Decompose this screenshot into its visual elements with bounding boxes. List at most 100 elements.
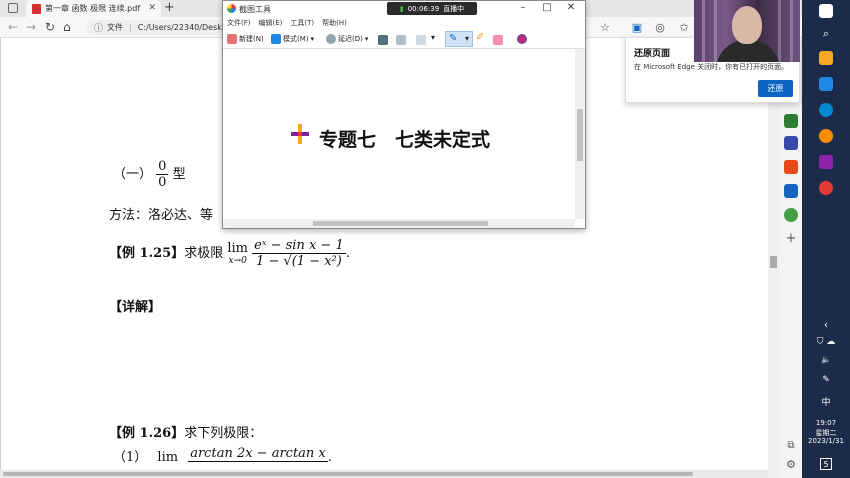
- tree-icon[interactable]: [784, 208, 798, 222]
- pen-button[interactable]: ✎ ▾: [445, 31, 473, 47]
- clock-icon: [326, 34, 336, 44]
- new-snip-button[interactable]: 新建(N): [227, 32, 264, 46]
- lim-subscript: x→0: [228, 256, 247, 266]
- tab-close-icon[interactable]: ✕: [148, 3, 156, 13]
- restore-message: 在 Microsoft Edge 关闭时，你有已打开的页面。: [634, 63, 789, 71]
- app-icon[interactable]: [819, 77, 833, 91]
- extension-icon[interactable]: ▣: [630, 21, 644, 35]
- snip-vertical-scrollbar[interactable]: [575, 49, 585, 219]
- close-icon[interactable]: ✕: [561, 2, 581, 13]
- eraser-icon[interactable]: [493, 35, 503, 45]
- settings-icon[interactable]: ⚙: [784, 458, 798, 472]
- split-screen-icon[interactable]: ⧉: [784, 440, 798, 454]
- mode-button[interactable]: 模式(M) ▾: [271, 32, 314, 46]
- tray-expand-icon[interactable]: ‹: [802, 320, 850, 331]
- pen-icon: ✎: [449, 33, 458, 44]
- office-icon[interactable]: [784, 160, 798, 174]
- snipping-tool-window[interactable]: 截图工具 ▮ 00:06:39 直播中 – □ ✕ 文件(F) 编辑(E) 工具…: [222, 0, 586, 229]
- tab-actions-icon[interactable]: [8, 3, 18, 13]
- menu-help[interactable]: 帮助(H): [322, 18, 347, 28]
- mode-dropdown-icon: ▾: [310, 35, 315, 43]
- new-tab-button[interactable]: +: [164, 1, 175, 15]
- snip-titlebar[interactable]: 截图工具 ▮ 00:06:39 直播中 – □ ✕: [223, 1, 585, 16]
- menu-edit[interactable]: 编辑(E): [259, 18, 283, 28]
- ime-indicator[interactable]: 中: [802, 395, 850, 408]
- volume-icon[interactable]: 🔈: [802, 355, 850, 364]
- item-number: （1）: [113, 450, 148, 465]
- add-icon[interactable]: +: [784, 232, 798, 246]
- save-icon[interactable]: [378, 35, 388, 45]
- ex125-denominator: 1 − √(1 − x²): [256, 254, 342, 269]
- delay-dropdown-icon: ▾: [364, 35, 369, 43]
- type-suffix: 型: [172, 167, 186, 182]
- browser-essentials-icon[interactable]: ◎: [653, 21, 667, 35]
- menu-file[interactable]: 文件(F): [227, 18, 251, 28]
- frac-numerator: 0: [156, 159, 169, 175]
- snip-horizontal-scrollbar[interactable]: [223, 219, 575, 228]
- snipping-taskbar-icon[interactable]: [819, 181, 833, 195]
- back-icon[interactable]: ←: [8, 20, 18, 34]
- pdf-horizontal-scrollbar[interactable]: [0, 470, 768, 478]
- highlighter-icon[interactable]: ✐: [476, 32, 484, 43]
- pdf-vertical-scroll-thumb[interactable]: [770, 256, 777, 268]
- search-icon[interactable]: ⌕: [802, 27, 850, 41]
- clock-date[interactable]: 2023/1/31: [802, 437, 850, 445]
- example-126-text: 求下列极限：: [184, 426, 263, 441]
- tools-icon[interactable]: [784, 114, 798, 128]
- tray-shield-icon[interactable]: ⛉ ☁: [802, 337, 850, 347]
- pdf-vertical-scrollbar[interactable]: [768, 38, 780, 478]
- snip-vertical-thumb[interactable]: [577, 109, 583, 161]
- edge-icon[interactable]: [819, 103, 833, 117]
- limit-type-line: （一） 0 0 型: [113, 159, 186, 190]
- outlook-icon[interactable]: [784, 184, 798, 198]
- refresh-icon[interactable]: ↻: [45, 20, 55, 34]
- snip-title: 截图工具: [239, 5, 271, 14]
- lim-text-2: lim: [157, 450, 179, 465]
- example-125: 【例 1.25】求极限 lim x→0 eˣ − sin x − 1 1 − √…: [109, 238, 350, 269]
- type-label: （一）: [113, 167, 153, 182]
- zero-over-zero-fraction: 0 0: [156, 159, 169, 190]
- games-icon[interactable]: [784, 136, 798, 150]
- minimize-icon[interactable]: –: [513, 2, 533, 13]
- url-separator: |: [129, 23, 132, 32]
- snip-horizontal-thumb[interactable]: [313, 221, 488, 226]
- restore-button[interactable]: 还原: [758, 80, 793, 97]
- send-dropdown-icon[interactable]: ▾: [431, 33, 435, 42]
- pdf-icon: [32, 3, 41, 14]
- clock-time[interactable]: 19:07: [802, 419, 850, 427]
- onenote-icon[interactable]: [819, 155, 833, 169]
- example-125-text: 求极限: [184, 246, 224, 261]
- send-icon[interactable]: [416, 35, 426, 45]
- favorite-icon[interactable]: ☆: [598, 21, 612, 35]
- webcam-overlay: [694, 0, 800, 62]
- snip-toolbar: 新建(N) 模式(M) ▾ 延迟(D) ▾ ▾ ✎ ▾ ✐: [223, 29, 585, 49]
- paint3d-icon[interactable]: [517, 34, 527, 44]
- snip-menubar: 文件(F) 编辑(E) 工具(T) 帮助(H): [223, 16, 585, 29]
- notification-badge[interactable]: 5: [802, 458, 850, 470]
- signal-icon: ▮: [399, 4, 404, 13]
- example-126-label: 【例 1.26】: [109, 426, 185, 441]
- topic-title: 专题七 七类未定式: [319, 129, 491, 151]
- file-explorer-icon[interactable]: [819, 51, 833, 65]
- method-line: 方法：洛必达、等: [109, 208, 214, 223]
- collections-icon[interactable]: ✩: [677, 21, 691, 35]
- rec-time: 00:06:39: [407, 4, 440, 13]
- copy-icon[interactable]: [396, 35, 406, 45]
- forward-icon[interactable]: →: [26, 20, 36, 34]
- rec-status: 直播中: [443, 4, 465, 13]
- home-icon[interactable]: ⌂: [63, 20, 71, 34]
- delay-button[interactable]: 延迟(D) ▾: [326, 32, 368, 46]
- limit-operator: lim x→0: [227, 241, 248, 266]
- frac-denominator: 0: [158, 175, 167, 190]
- chrome-icon[interactable]: [819, 129, 833, 143]
- mode-icon: [271, 34, 281, 44]
- start-icon[interactable]: [819, 4, 833, 18]
- menu-tools[interactable]: 工具(T): [290, 18, 314, 28]
- delay-label: 延迟(D): [338, 35, 363, 43]
- pen-tray-icon[interactable]: ✎: [802, 375, 850, 385]
- ex125-period: .: [345, 246, 350, 261]
- maximize-icon[interactable]: □: [537, 2, 557, 13]
- pdf-horizontal-scroll-thumb[interactable]: [3, 472, 693, 476]
- tab-pdf[interactable]: 第一章 函数 极限 连续.pdf ✕: [26, 0, 161, 17]
- edge-sidebar: + ⧉ ⚙: [780, 104, 802, 478]
